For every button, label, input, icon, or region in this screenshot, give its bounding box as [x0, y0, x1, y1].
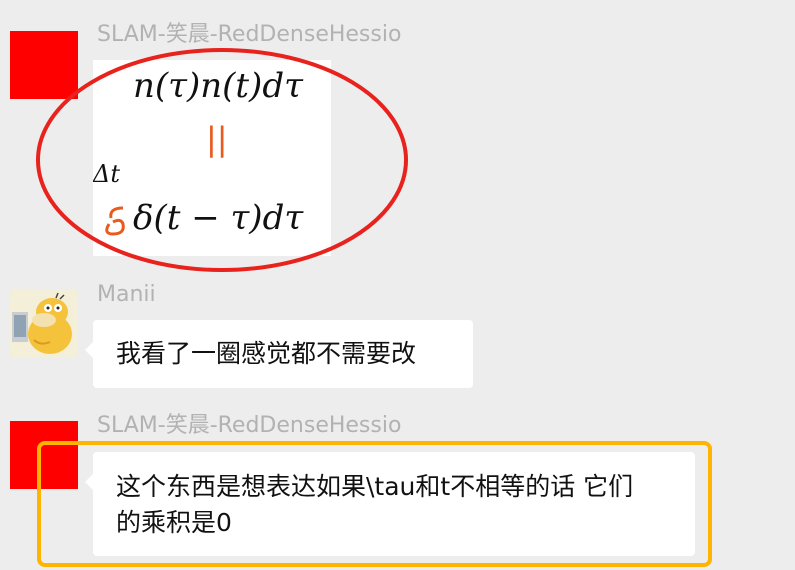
message-text: 我看了一圈感觉都不需要改 — [116, 339, 417, 368]
sender-name: Manii — [97, 282, 156, 307]
avatar[interactable] — [10, 290, 78, 358]
handwritten-mark — [105, 206, 125, 236]
message-bubble[interactable]: 这个东西是想表达如果\tau和t不相等的话 它们 的乘积是0 — [85, 452, 695, 556]
formula-image[interactable]: n(τ)n(t)dτ || Δt δ(t − τ)dτ — [93, 60, 331, 256]
formula-top: n(τ)n(t)dτ — [133, 66, 303, 106]
message-bubble[interactable]: 我看了一圈感觉都不需要改 — [85, 320, 473, 388]
sender-name: SLAM-笑晨-RedDenseHessio — [97, 413, 402, 438]
avatar[interactable] — [10, 31, 78, 99]
sender-name: SLAM-笑晨-RedDenseHessio — [97, 22, 402, 47]
message-text-line-2: 的乘积是0 — [116, 508, 232, 537]
formula-delta-t: Δt — [93, 160, 120, 188]
duck-avatar-icon — [10, 290, 78, 358]
equals-marker: || — [206, 120, 228, 158]
message-text-line-1: 这个东西是想表达如果\tau和t不相等的话 它们 — [116, 472, 634, 501]
formula-bottom: δ(t − τ)dτ — [133, 198, 304, 238]
avatar[interactable] — [10, 421, 78, 489]
